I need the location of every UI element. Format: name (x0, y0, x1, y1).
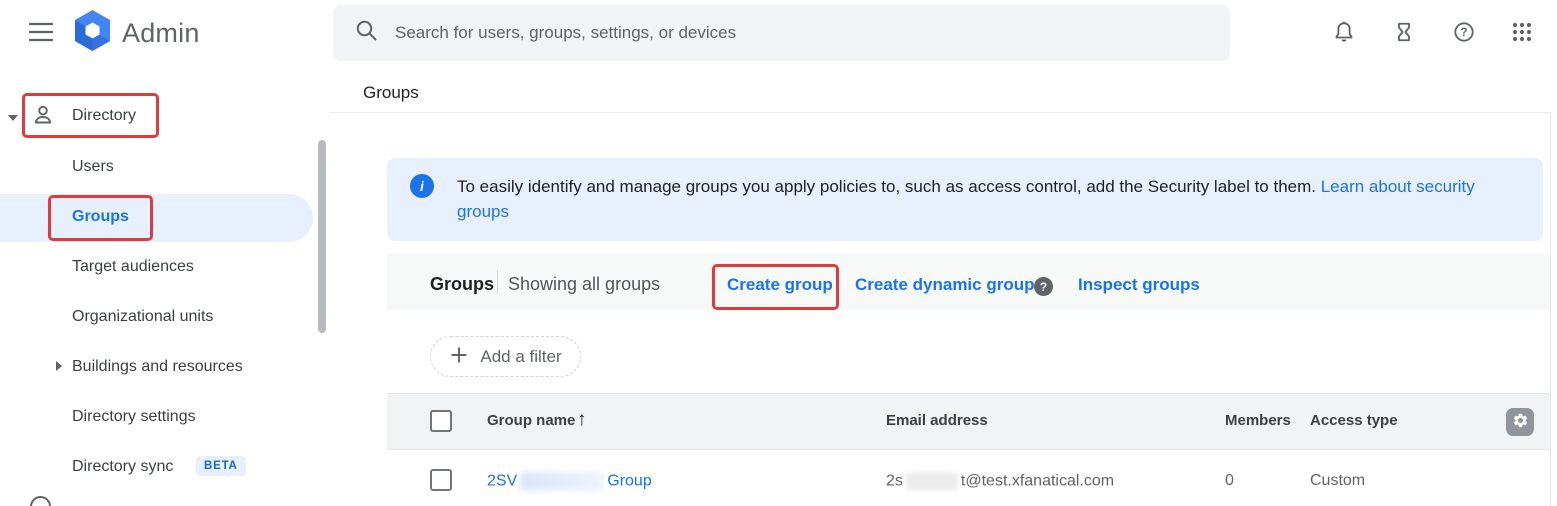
create-dynamic-group-button[interactable]: Create dynamic group (855, 275, 1035, 295)
sidebar-item-buildings-resources[interactable]: Buildings and resources (72, 358, 243, 376)
groups-toolbar: Groups Showing all groups Create group C… (387, 253, 1550, 310)
breadcrumb-divider (330, 112, 1550, 113)
person-icon (31, 103, 55, 132)
group-name-link-suffix[interactable]: Group (607, 473, 651, 490)
hourglass-icon (1393, 20, 1415, 47)
banner-message: To easily identify and manage groups you… (457, 177, 1316, 196)
row-checkbox[interactable] (430, 469, 452, 491)
search-input[interactable] (395, 23, 1230, 43)
notifications-button[interactable] (1324, 13, 1364, 53)
admin-hexagon-icon (74, 10, 111, 56)
breadcrumb[interactable]: Groups (363, 83, 419, 103)
sidebar-section-directory[interactable]: Directory (72, 107, 136, 125)
table-header-row: Group name ↑ Email address Members Acces… (387, 393, 1550, 450)
groups-title: Groups (430, 274, 495, 294)
triangle-down-icon[interactable] (8, 115, 18, 121)
content-right-border (1550, 112, 1551, 506)
arrow-up-icon[interactable]: ↑ (577, 409, 587, 431)
redacted-text (905, 472, 958, 491)
sidebar-item-organizational-units[interactable]: Organizational units (72, 308, 213, 326)
redacted-text (520, 472, 605, 491)
select-all-checkbox[interactable] (430, 410, 452, 432)
beta-badge: BETA (196, 456, 246, 476)
magnifier-icon (355, 19, 378, 47)
gear-icon (1512, 412, 1529, 432)
sidebar-item-groups[interactable]: Groups (72, 208, 129, 226)
sidebar-item-directory-sync[interactable]: Directory sync (72, 458, 173, 476)
column-settings-button[interactable] (1506, 408, 1534, 436)
sidebar-item-target-audiences[interactable]: Target audiences (72, 258, 194, 276)
hamburger-icon (28, 21, 54, 46)
group-email-cell: 2s t@test.xfanatical.com (886, 472, 1115, 491)
info-circle-icon: i (410, 174, 434, 198)
inspect-groups-button[interactable]: Inspect groups (1078, 275, 1200, 295)
sidebar-item-users[interactable]: Users (72, 158, 114, 176)
sidebar-active-highlight (0, 194, 313, 242)
admin-console: Admin ? (0, 0, 1557, 506)
google-admin-logo[interactable]: Admin (74, 10, 200, 56)
help-button[interactable]: ? (1444, 13, 1484, 53)
plus-icon (449, 345, 469, 368)
sidebar-scrollbar[interactable] (318, 140, 326, 333)
members-count-cell: 0 (1225, 472, 1234, 489)
question-circle-icon: ? (1452, 20, 1476, 47)
column-header-access-type[interactable]: Access type (1310, 412, 1398, 429)
global-search-bar (333, 5, 1230, 61)
column-header-email[interactable]: Email address (886, 412, 988, 429)
sidebar-item-directory-settings[interactable]: Directory settings (72, 408, 196, 426)
groups-status-text: Showing all groups (508, 274, 661, 294)
security-info-banner: i To easily identify and manage groups y… (387, 158, 1543, 241)
grid-icon (1510, 20, 1534, 47)
apps-grid-button[interactable] (1502, 13, 1542, 53)
main-menu-button[interactable] (24, 18, 58, 48)
group-name-link[interactable]: 2SV (487, 473, 517, 490)
column-header-members[interactable]: Members (1225, 412, 1291, 429)
column-header-group-name[interactable]: Group name (487, 412, 575, 429)
triangle-right-icon[interactable] (56, 361, 62, 371)
add-filter-button[interactable]: Add a filter (430, 336, 581, 377)
access-type-cell: Custom (1310, 472, 1366, 489)
pending-tasks-button[interactable] (1384, 13, 1424, 53)
title-divider (497, 270, 498, 294)
app-title: Admin (122, 17, 200, 48)
bell-icon (1332, 20, 1356, 47)
sidebar-next-section-icon (30, 496, 51, 506)
table-row[interactable]: 2SV Group 2s t@test.xfanatical.com 0 Custo… (387, 450, 1550, 506)
svg-text:?: ? (1460, 27, 1467, 39)
question-filled-icon[interactable]: ? (1034, 277, 1053, 296)
create-group-button[interactable]: Create group (727, 275, 833, 295)
